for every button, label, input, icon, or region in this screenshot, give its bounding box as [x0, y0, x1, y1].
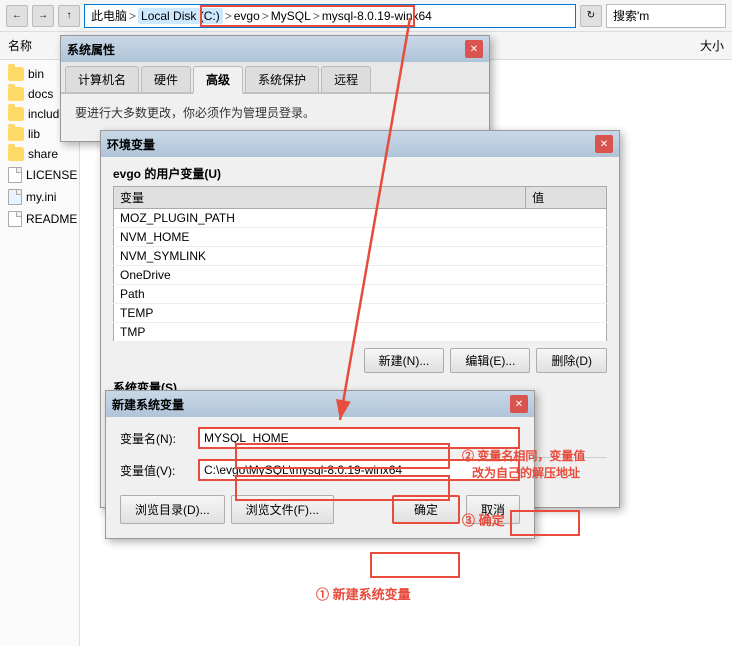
folder-icon: [8, 107, 24, 121]
varvalue-label: 变量值(V):: [120, 462, 190, 479]
newvar-dialog: 新建系统变量 ✕ 变量名(N): 变量值(V): 浏览目录(D)... 浏览文件…: [105, 390, 535, 539]
newvar-ok-button[interactable]: 确定: [392, 495, 460, 524]
folder-icon: [8, 127, 24, 141]
varvalue-input[interactable]: [198, 459, 520, 481]
forward-button[interactable]: →: [32, 5, 54, 27]
folder-icon: [8, 147, 24, 161]
user-vars-table: 变量 值 MOZ_PLUGIN_PATH NVM_HOME NVM_SYMLIN…: [113, 186, 607, 342]
table-row[interactable]: NVM_SYMLINK: [114, 247, 607, 266]
sysprops-titlebar[interactable]: 系统属性 ✕: [61, 36, 489, 62]
table-row[interactable]: TMP: [114, 323, 607, 342]
sysprops-note: 要进行大多数更改，你必须作为管理员登录。: [75, 104, 475, 121]
sysprops-tabs: 计算机名 硬件 高级 系统保护 远程: [61, 62, 489, 94]
up-button[interactable]: ↑: [58, 5, 80, 27]
envvars-close-button[interactable]: ✕: [595, 135, 613, 153]
user-new-button[interactable]: 新建(N)...: [364, 348, 445, 373]
sidebar-item-label: bin: [28, 67, 44, 81]
sidebar-item-label: my.ini: [26, 190, 56, 204]
file-icon: [8, 189, 22, 205]
tab-computername[interactable]: 计算机名: [65, 66, 139, 92]
varname-input[interactable]: [198, 427, 520, 449]
newvar-close-button[interactable]: ✕: [510, 395, 528, 413]
back-button[interactable]: ←: [6, 5, 28, 27]
sidebar-item-myini[interactable]: my.ini: [0, 186, 79, 208]
address-part-3: evgo: [234, 9, 260, 23]
sidebar-item-readme[interactable]: README: [0, 208, 79, 230]
address-bar[interactable]: 此电脑 > Local Disk (C:) > evgo > MySQL > m…: [84, 4, 576, 28]
col-var-name: 变量: [114, 187, 526, 209]
toolbar2-label: 名称: [8, 37, 32, 54]
newvar-cancel-button[interactable]: 取消: [466, 495, 520, 524]
browse-dir-button[interactable]: 浏览目录(D)...: [120, 495, 225, 524]
col-var-value: 值: [526, 187, 607, 209]
address-part-1: 此电脑: [91, 7, 127, 24]
sidebar-item-label: share: [28, 147, 58, 161]
user-edit-button[interactable]: 编辑(E)...: [450, 348, 530, 373]
file-icon: [8, 211, 22, 227]
folder-icon: [8, 67, 24, 81]
sidebar-item-share[interactable]: share: [0, 144, 79, 164]
sidebar-item-label: docs: [28, 87, 53, 101]
file-icon: [8, 167, 22, 183]
varvalue-row: 变量值(V):: [120, 459, 520, 481]
search-input[interactable]: [606, 4, 726, 28]
newvar-titlebar[interactable]: 新建系统变量 ✕: [106, 391, 534, 417]
varname-row: 变量名(N):: [120, 427, 520, 449]
newvar-title: 新建系统变量: [112, 396, 184, 413]
address-part-2: Local Disk (C:): [138, 8, 223, 24]
address-part-5: mysql-8.0.19-winx64: [322, 9, 432, 23]
envvars-title: 环境变量: [107, 136, 155, 153]
sidebar: bin docs include lib share LICENSE: [0, 60, 80, 646]
sysprops-close-button[interactable]: ✕: [465, 40, 483, 58]
tab-hardware[interactable]: 硬件: [141, 66, 191, 92]
envvars-titlebar[interactable]: 环境变量 ✕: [101, 131, 619, 157]
table-row[interactable]: NVM_HOME: [114, 228, 607, 247]
table-row[interactable]: Path: [114, 285, 607, 304]
varname-label: 变量名(N):: [120, 430, 190, 447]
user-var-buttons: 新建(N)... 编辑(E)... 删除(D): [113, 348, 607, 373]
toolbar2-size: 大小: [700, 37, 724, 54]
browse-file-button[interactable]: 浏览文件(F)...: [231, 495, 334, 524]
sidebar-item-label: lib: [28, 127, 40, 141]
table-row[interactable]: TEMP: [114, 304, 607, 323]
address-part-4: MySQL: [271, 9, 311, 23]
sidebar-item-license[interactable]: LICENSE: [0, 164, 79, 186]
tab-advanced[interactable]: 高级: [193, 66, 243, 94]
refresh-button[interactable]: ↻: [580, 5, 602, 27]
explorer-toolbar: ← → ↑ 此电脑 > Local Disk (C:) > evgo > MyS…: [0, 0, 732, 32]
user-delete-button[interactable]: 删除(D): [536, 348, 607, 373]
newvar-body: 变量名(N): 变量值(V): 浏览目录(D)... 浏览文件(F)... 确定…: [106, 417, 534, 538]
user-vars-label: evgo 的用户变量(U): [113, 165, 607, 182]
sysprops-dialog: 系统属性 ✕ 计算机名 硬件 高级 系统保护 远程 要进行大多数更改，你必须作为…: [60, 35, 490, 142]
folder-icon: [8, 87, 24, 101]
sidebar-item-label: LICENSE: [26, 168, 77, 182]
table-row[interactable]: OneDrive: [114, 266, 607, 285]
sidebar-item-label: README: [26, 212, 77, 226]
tab-remote[interactable]: 远程: [321, 66, 371, 92]
table-row[interactable]: MOZ_PLUGIN_PATH: [114, 209, 607, 228]
tab-sysprotect[interactable]: 系统保护: [245, 66, 319, 92]
newvar-browse-buttons: 浏览目录(D)... 浏览文件(F)... 确定 取消: [120, 491, 520, 528]
sysprops-title: 系统属性: [67, 41, 115, 58]
